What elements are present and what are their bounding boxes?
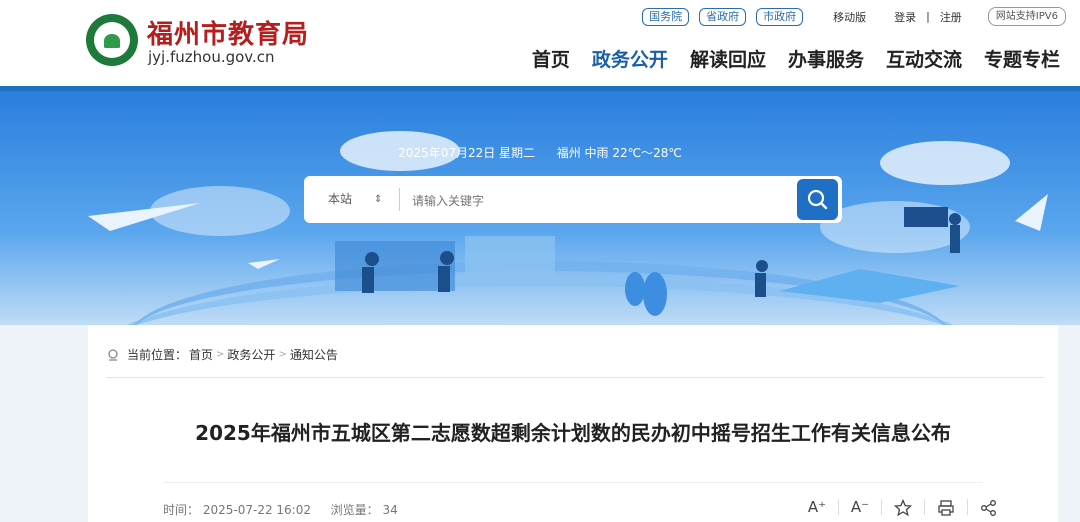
breadcrumb-separator: >: [216, 349, 225, 360]
main-nav: 首页 政务公开 解读回应 办事服务 互动交流 专题专栏: [532, 45, 1060, 72]
paper-plane-icon: [88, 203, 200, 231]
star-icon: [893, 498, 913, 516]
site-header: 福州市教育局 jyj.fuzhou.gov.cn 国务院 省政府 市政府 移动版…: [0, 0, 1080, 86]
article-card: 当前位置： 首页 > 政务公开 > 通知公告 2025年福州市五城区第二志愿数超…: [88, 325, 1058, 522]
share-icon: [981, 499, 996, 516]
blackboard-icon: [904, 207, 948, 227]
publish-time-label: 时间：: [163, 503, 200, 517]
register-link[interactable]: 注册: [940, 9, 962, 25]
view-count-label: 浏览量：: [330, 503, 379, 517]
open-book-icon: [780, 269, 960, 303]
site-domain: jyj.fuzhou.gov.cn: [148, 48, 275, 66]
runner-figure-icon: [365, 252, 379, 266]
view-count: 34: [382, 503, 398, 517]
article-meta: 时间： 2025-07-22 16:02 浏览量： 34: [163, 501, 398, 518]
search-button[interactable]: [797, 179, 838, 220]
top-links: 国务院 省政府 市政府 移动版 登录 | 注册 网站支持IPV6: [642, 7, 1066, 26]
font-larger-button[interactable]: A⁺: [796, 498, 838, 516]
share-button[interactable]: [968, 498, 1010, 517]
link-city-gov[interactable]: 市政府: [756, 7, 804, 26]
publish-time: 2025-07-22 16:02: [202, 503, 311, 517]
gate-building-shape: [465, 236, 555, 276]
mobile-version-link[interactable]: 移动版: [833, 9, 866, 25]
nav-item-topics[interactable]: 专题专栏: [984, 45, 1060, 72]
search-icon: [807, 189, 828, 210]
breadcrumb-separator: >: [278, 349, 287, 360]
site-logo[interactable]: [86, 14, 138, 66]
runner-figure-icon: [438, 266, 450, 292]
search-divider: [399, 188, 400, 211]
teacher-figure-icon: [949, 213, 961, 225]
link-province-gov[interactable]: 省政府: [699, 7, 747, 26]
nav-item-gov-affairs[interactable]: 政务公开: [592, 45, 668, 72]
printer-icon: [938, 499, 954, 516]
login-register-separator: |: [926, 10, 930, 23]
teacher-figure-icon: [950, 225, 960, 253]
runner-figure-icon: [440, 251, 454, 265]
tree-shape: [625, 272, 645, 306]
font-smaller-button[interactable]: A⁻: [839, 498, 881, 516]
search-bar: 本站 ⇕: [304, 176, 842, 223]
student-figure-icon: [755, 273, 766, 297]
paper-plane-icon: [248, 259, 280, 269]
article-title: 2025年福州市五城区第二志愿数超剩余计划数的民办初中摇号招生工作有关信息公布: [195, 421, 951, 445]
print-button[interactable]: [925, 498, 967, 517]
weather-info: 福州 中雨 22℃～28℃: [556, 146, 682, 160]
nav-item-services[interactable]: 办事服务: [788, 45, 864, 72]
logo-emblem-icon: [94, 22, 130, 58]
runner-figure-icon: [362, 267, 374, 293]
breadcrumb-divider: [106, 377, 1044, 378]
nav-item-home[interactable]: 首页: [532, 45, 570, 72]
student-figure-icon: [756, 260, 768, 272]
meta-divider: [163, 482, 983, 483]
nav-item-interaction[interactable]: 互动交流: [886, 45, 962, 72]
site-title[interactable]: 福州市教育局: [147, 14, 309, 51]
ipv6-badge: 网站支持IPV6: [987, 7, 1066, 26]
date-weather-line: 2025年07月22日 星期二 福州 中雨 22℃～28℃: [0, 144, 1080, 161]
breadcrumb: 当前位置： 首页 > 政务公开 > 通知公告: [106, 346, 338, 363]
paper-sheet-icon: [1015, 194, 1048, 231]
nav-item-interpretation[interactable]: 解读回应: [690, 45, 766, 72]
favorite-button[interactable]: [882, 498, 924, 517]
breadcrumb-label: 当前位置：: [127, 348, 188, 362]
breadcrumb-home[interactable]: 首页: [189, 346, 213, 363]
search-input[interactable]: [410, 188, 794, 213]
logo-leaf-icon: [104, 34, 120, 48]
search-scope-select[interactable]: 本站: [328, 176, 352, 223]
tree-shape: [643, 272, 667, 316]
scope-dropdown-icon[interactable]: ⇕: [374, 176, 382, 223]
breadcrumb-gov-affairs[interactable]: 政务公开: [227, 346, 275, 363]
location-pin-icon: [108, 348, 118, 361]
current-date: 2025年07月22日 星期二: [398, 146, 536, 160]
link-state-council[interactable]: 国务院: [642, 7, 690, 26]
login-link[interactable]: 登录: [894, 9, 916, 25]
article-tools: A⁺ A⁻: [796, 498, 1010, 517]
breadcrumb-notices[interactable]: 通知公告: [290, 346, 338, 363]
city-buildings-shape: [335, 241, 455, 291]
